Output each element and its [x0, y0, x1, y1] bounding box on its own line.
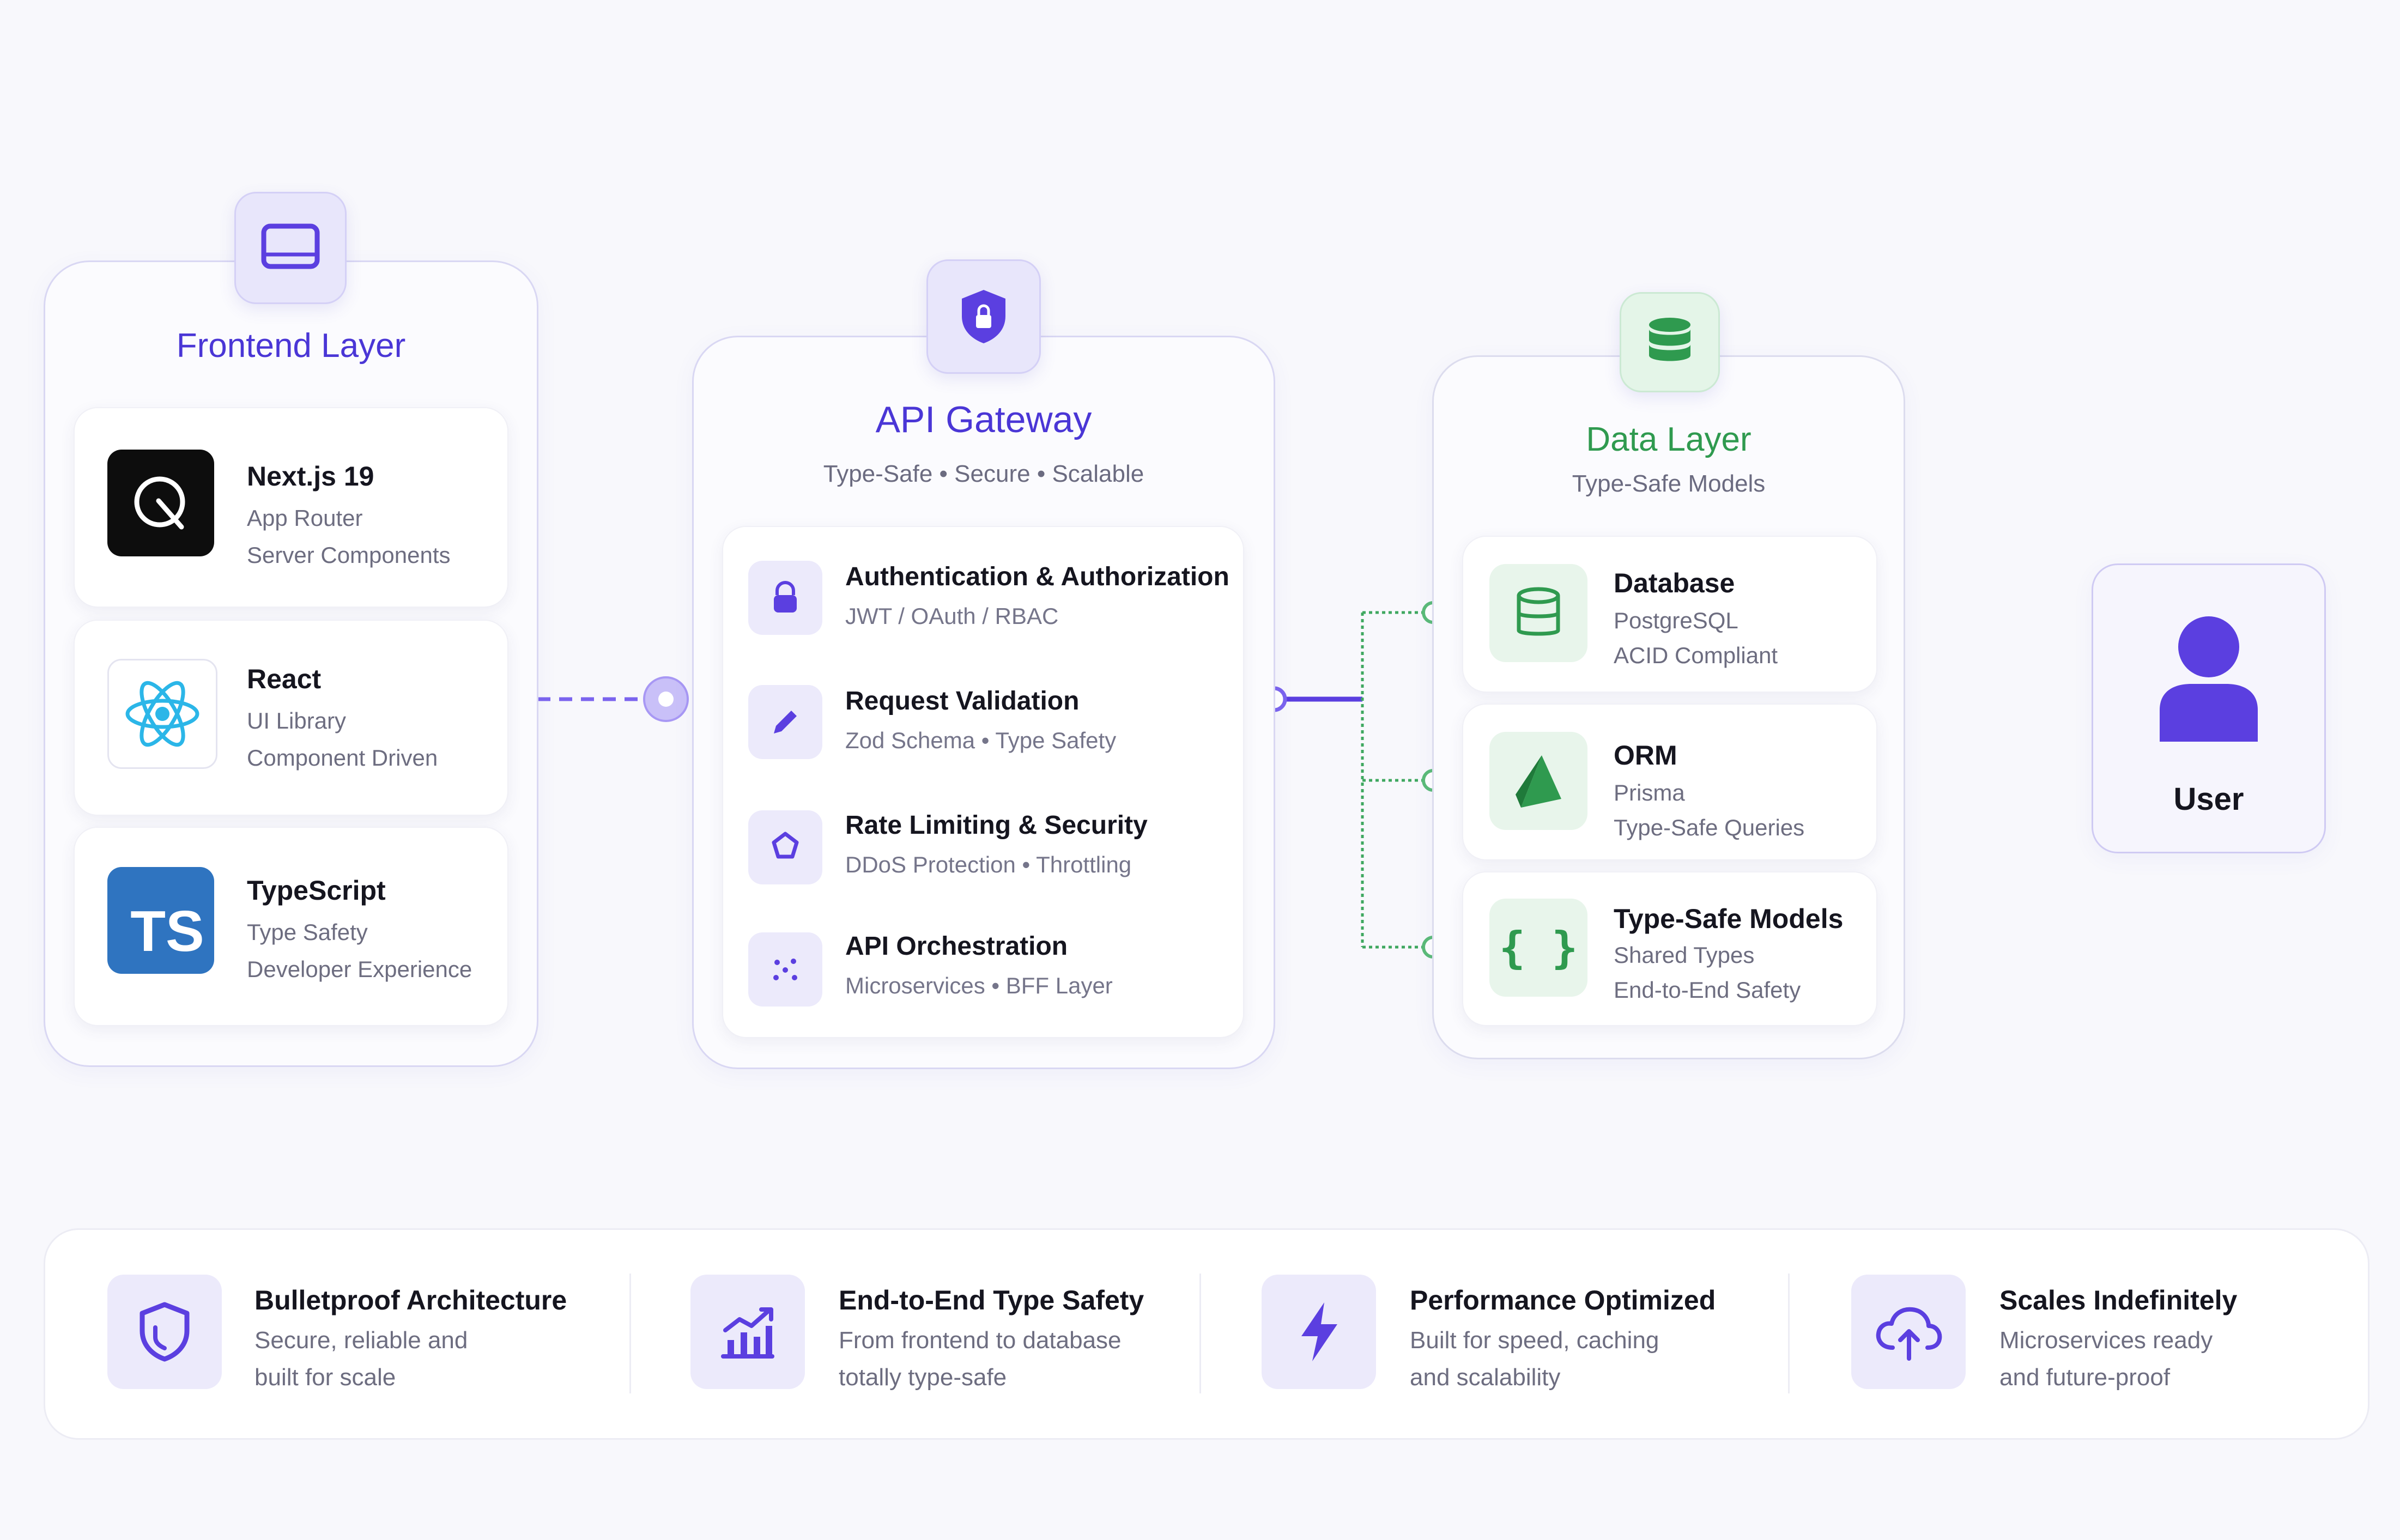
feature-bulletproof-title: Bulletproof Architecture: [254, 1285, 567, 1315]
feature-type-safety-title: End-to-End Type Safety: [839, 1285, 1144, 1315]
feature-bulletproof-line1: Secure, reliable and: [254, 1327, 468, 1354]
validation-subtitle: Zod Schema • Type Safety: [845, 727, 1117, 753]
auth-title: Authentication & Authorization: [845, 562, 1229, 591]
typescript-logo-text: TS: [130, 899, 204, 963]
feature-type-safety-line1: From frontend to database: [839, 1327, 1122, 1354]
feature-bulletproof-line2: built for scale: [254, 1364, 396, 1391]
lock-icon: [748, 561, 822, 635]
user-icon: [2159, 614, 2259, 744]
feature-scales-title: Scales Indefinitely: [1999, 1285, 2238, 1315]
api-gateway-title: API Gateway: [875, 399, 1092, 440]
feature-performance-title: Performance Optimized: [1410, 1285, 1716, 1315]
typescript-line1: Type Safety: [247, 919, 368, 945]
orchestration-subtitle: Microservices • BFF Layer: [845, 973, 1113, 998]
orm-card[interactable]: ORM Prisma Type-Safe Queries: [1462, 704, 1877, 860]
pencil-icon: [748, 685, 822, 759]
orchestration-title: API Orchestration: [845, 932, 1068, 961]
typescript-title: TypeScript: [247, 875, 386, 906]
shield-lock-icon: [926, 259, 1041, 374]
braces-glyph: { }: [1499, 922, 1578, 973]
feature-scales-line2: and future-proof: [1999, 1364, 2171, 1391]
data-layer-subtitle: Type-Safe Models: [1572, 470, 1766, 497]
database-stack-icon: [1620, 292, 1720, 392]
auth-subtitle: JWT / OAuth / RBAC: [845, 603, 1059, 629]
user-card[interactable]: User: [2092, 563, 2326, 853]
braces-icon: { }: [1489, 899, 1587, 997]
orm-line1: Prisma: [1614, 780, 1685, 805]
nextjs-line2: Server Components: [247, 542, 451, 568]
type-safe-models-card[interactable]: { } Type-Safe Models Shared Types End-to…: [1462, 871, 1877, 1026]
data-layer-title: Data Layer: [1586, 421, 1751, 458]
feature-scales-line1: Microservices ready: [1999, 1327, 2213, 1354]
nextjs-title: Next.js 19: [247, 461, 374, 492]
chart-icon: [690, 1275, 805, 1389]
lightning-icon: [1262, 1275, 1376, 1389]
database-card[interactable]: Database PostgreSQL ACID Compliant: [1462, 536, 1877, 693]
database-icon: [1489, 564, 1587, 662]
orm-line2: Type-Safe Queries: [1614, 815, 1805, 840]
features-strip: Bulletproof Architecture Secure, reliabl…: [44, 1228, 2369, 1440]
ratelimit-subtitle: DDoS Protection • Throttling: [845, 852, 1132, 877]
database-title: Database: [1614, 568, 1735, 598]
shield-icon: [107, 1275, 222, 1389]
react-line2: Component Driven: [247, 745, 438, 771]
feature-divider: [1199, 1274, 1201, 1393]
frontend-layer-title: Frontend Layer: [176, 327, 406, 365]
react-card[interactable]: React UI Library Component Driven: [74, 620, 508, 816]
prisma-logo-icon: [1489, 732, 1587, 830]
user-label: User: [2173, 781, 2244, 817]
validation-title: Request Validation: [845, 687, 1080, 716]
feature-divider: [1788, 1274, 1790, 1393]
shield-icon: [748, 810, 822, 884]
gateway-services-card: Authentication & Authorization JWT / OAu…: [722, 526, 1244, 1038]
monitor-icon: [234, 192, 347, 304]
orm-title: ORM: [1614, 740, 1677, 771]
models-line1: Shared Types: [1614, 942, 1755, 968]
feature-divider: [629, 1274, 631, 1393]
nextjs-logo-icon: [107, 450, 214, 556]
react-line1: UI Library: [247, 708, 347, 733]
typescript-card[interactable]: TS TypeScript Type Safety Developer Expe…: [74, 827, 508, 1026]
react-title: React: [247, 664, 322, 694]
nodes-icon: [748, 932, 822, 1007]
feature-performance-line1: Built for speed, caching: [1410, 1327, 1659, 1354]
api-gateway-panel: API Gateway Type-Safe • Secure • Scalabl…: [692, 336, 1275, 1069]
typescript-line2: Developer Experience: [247, 956, 472, 982]
nextjs-line1: App Router: [247, 505, 363, 531]
data-layer-panel: Data Layer Type-Safe Models Database Pos…: [1432, 355, 1905, 1059]
models-title: Type-Safe Models: [1614, 904, 1844, 934]
react-logo-icon: [107, 659, 217, 769]
frontend-layer-panel: Frontend Layer Next.js 19 App Router Ser…: [44, 260, 538, 1067]
feature-performance-line2: and scalability: [1410, 1364, 1561, 1391]
feature-type-safety-line2: totally type-safe: [839, 1364, 1007, 1391]
nextjs-card[interactable]: Next.js 19 App Router Server Components: [74, 407, 508, 608]
database-line1: PostgreSQL: [1614, 608, 1738, 633]
models-line2: End-to-End Safety: [1614, 977, 1801, 1003]
database-line2: ACID Compliant: [1614, 642, 1778, 668]
typescript-logo-icon: TS: [107, 867, 214, 974]
cloud-icon: [1851, 1275, 1966, 1389]
api-gateway-subtitle: Type-Safe • Secure • Scalable: [823, 460, 1144, 487]
ratelimit-title: Rate Limiting & Security: [845, 811, 1148, 840]
